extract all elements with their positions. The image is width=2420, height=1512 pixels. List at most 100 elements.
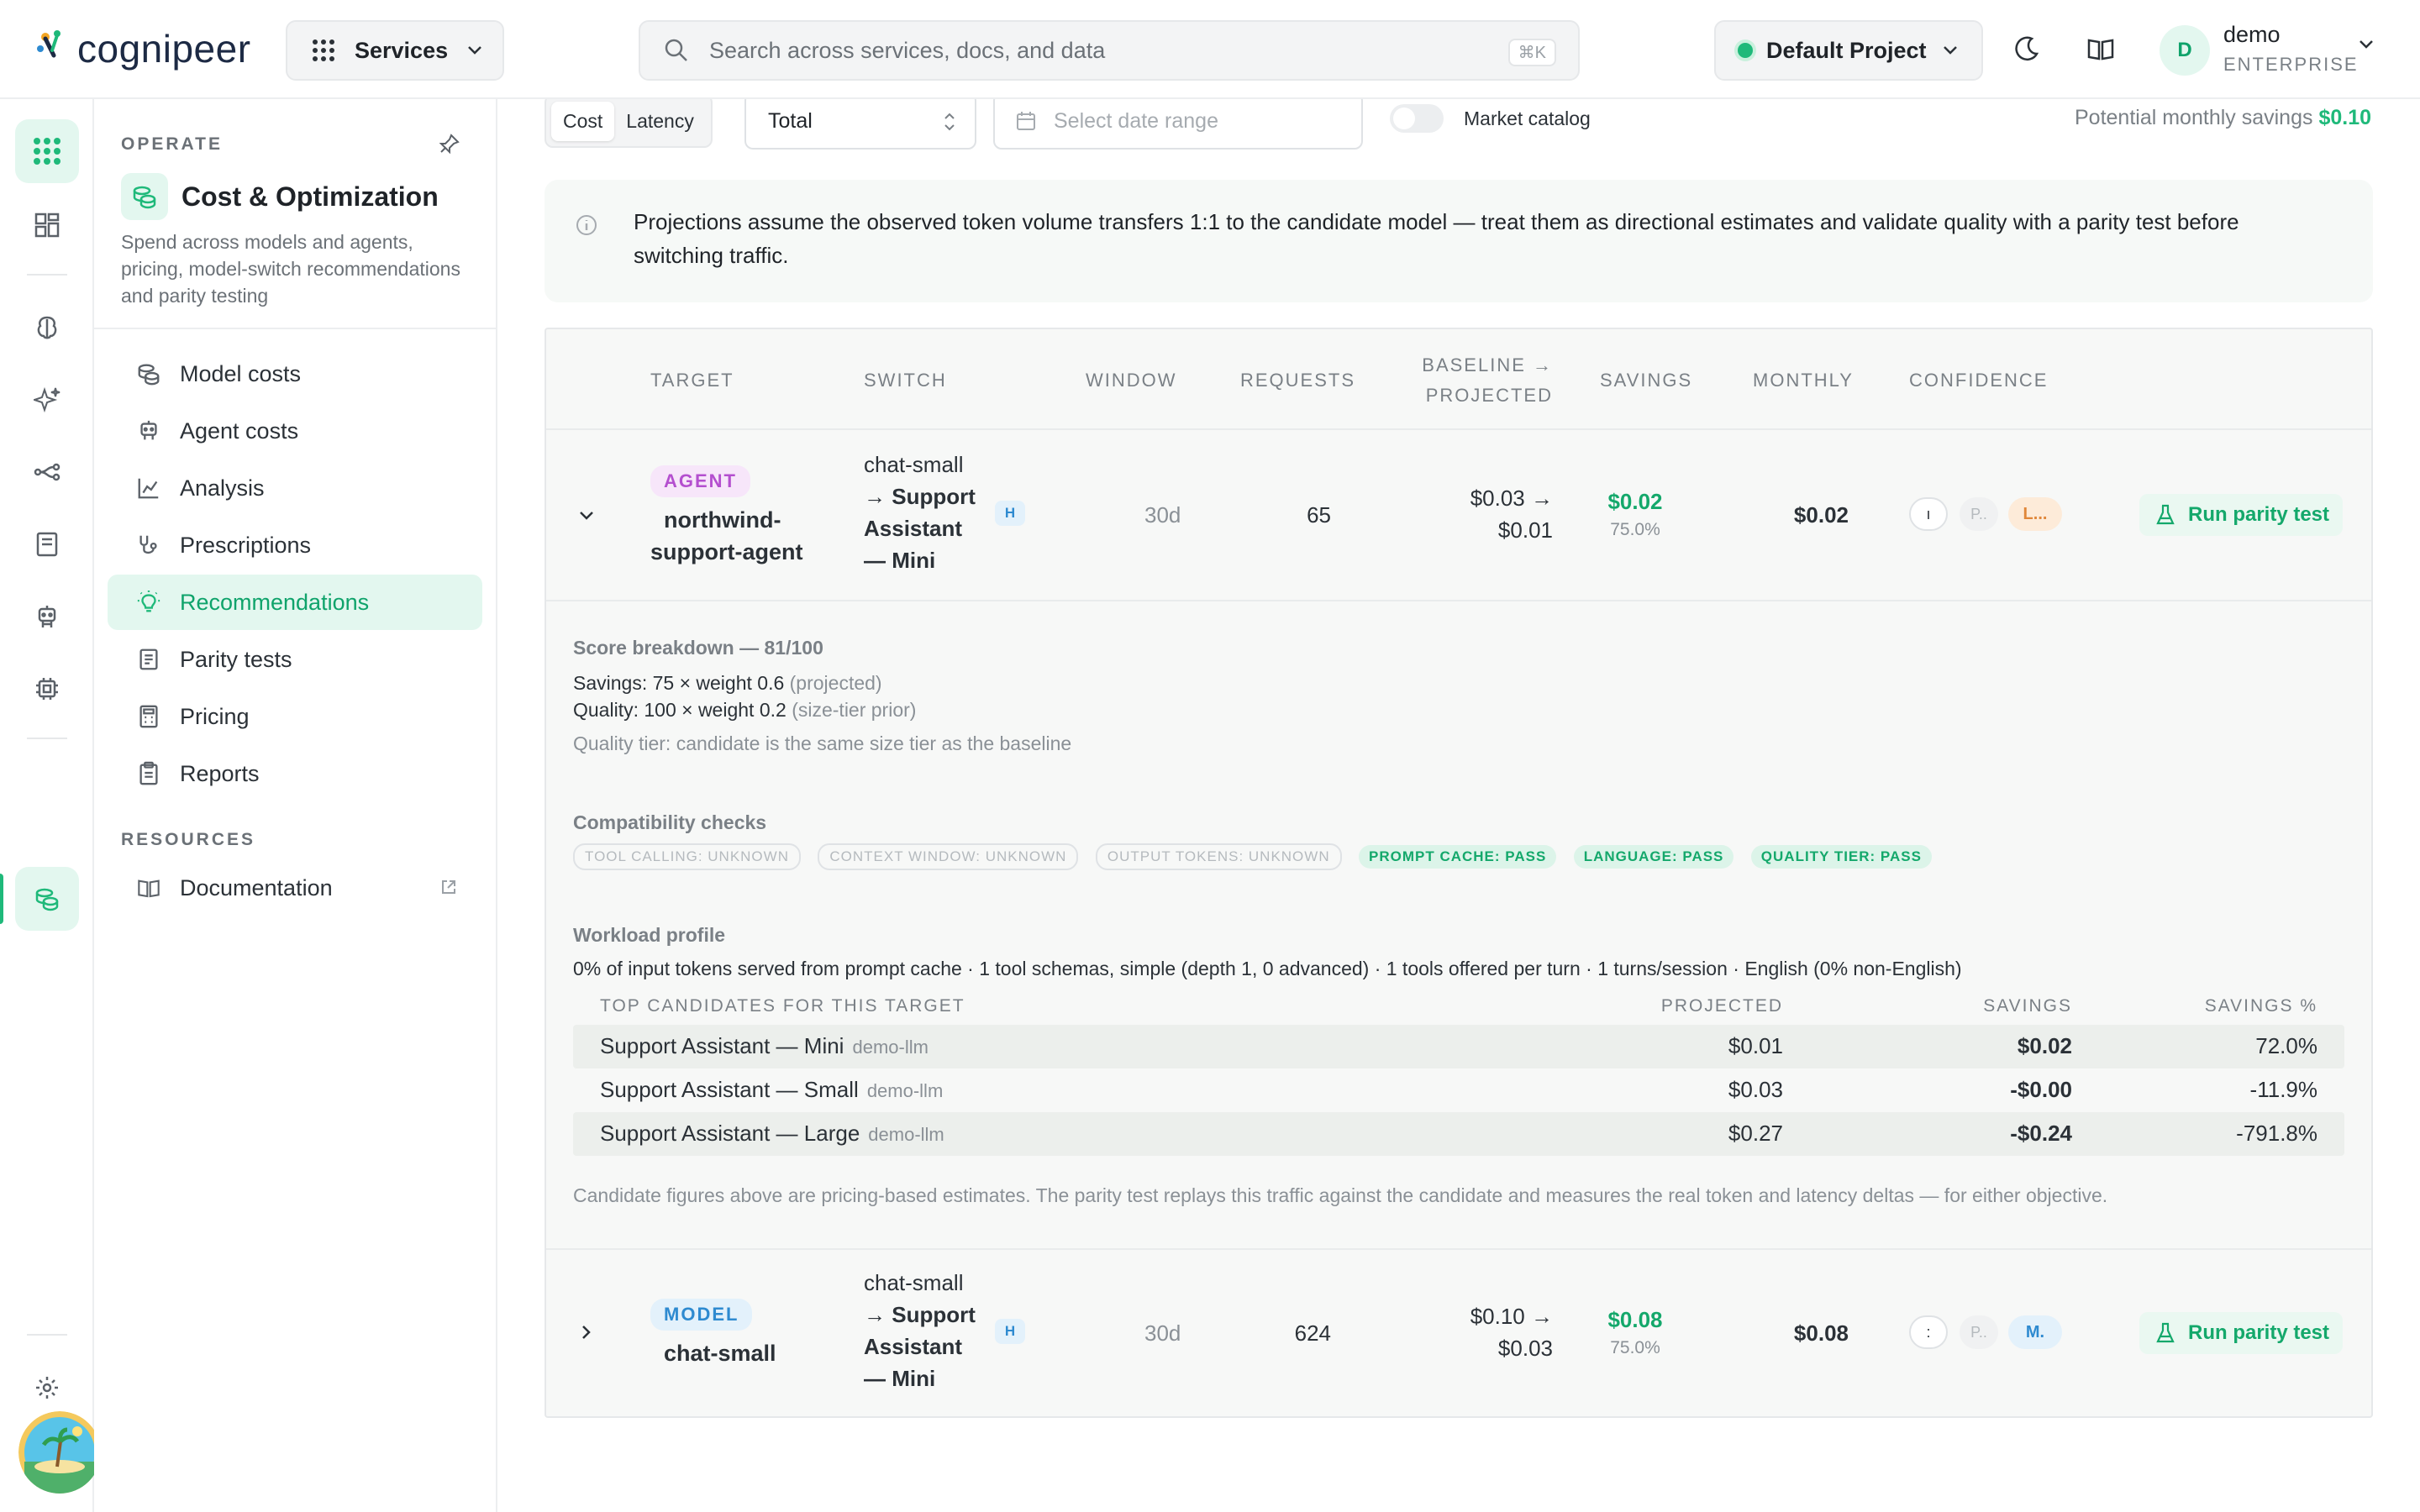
services-menu-button[interactable]: Services	[286, 20, 504, 81]
requests-value: 624	[1294, 1320, 1331, 1346]
sidebar-item-reports[interactable]: Reports	[108, 746, 482, 801]
sidebar-item-agent-costs[interactable]: Agent costs	[108, 403, 482, 459]
sparkles-icon	[34, 386, 60, 413]
rail-models[interactable]	[15, 296, 79, 360]
candidate-savings: -$0.24	[2010, 1121, 2072, 1146]
rail-docs[interactable]	[15, 512, 79, 576]
category-title: Cost & Optimization	[182, 181, 439, 212]
col-header-switch: SWITCH	[864, 370, 947, 391]
size-tier-badge: H	[995, 501, 1025, 526]
rail-flows[interactable]	[15, 440, 79, 504]
sidebar-item-model-costs[interactable]: Model costs	[108, 346, 482, 402]
recommendations-table: TARGET SWITCH WINDOW REQUESTS BASELINE →…	[544, 328, 2373, 1418]
user-plan: ENTERPRISE	[2223, 54, 2359, 75]
col-header-requests: REQUESTS	[1240, 370, 1356, 391]
date-range-input[interactable]: Select date range	[993, 99, 1363, 150]
chevron-down-icon	[468, 46, 481, 55]
check-chip: PROMPT CACHE: PASS	[1359, 845, 1557, 869]
dark-mode-icon[interactable]	[2012, 34, 2042, 64]
chevron-right-icon[interactable]	[576, 1322, 597, 1342]
category-icon	[121, 173, 168, 220]
candidate-savings-pct: -11.9%	[2249, 1077, 2317, 1102]
projected-value: $0.03	[1497, 1336, 1553, 1361]
confidence-parity-badge: P..	[1960, 1315, 1998, 1349]
sidebar-item-label: Documentation	[180, 874, 333, 900]
potential-savings-value: $0.10	[2318, 106, 2371, 129]
savings-cell: $0.02 75.0%	[1576, 489, 1694, 540]
check-chip: QUALITY TIER: PASS	[1750, 845, 1932, 869]
pin-icon[interactable]	[439, 133, 460, 155]
candidate-row[interactable]: Support Assistant — Large demo-llm $0.27 …	[573, 1112, 2344, 1156]
run-parity-test-button[interactable]: Run parity test	[2139, 494, 2343, 536]
sidebar-item-documentation[interactable]: Documentation	[108, 860, 482, 916]
user-menu-chevron-icon[interactable]	[2358, 39, 2375, 50]
target-kind-badge: MODEL	[650, 1299, 753, 1331]
monthly-value: $0.08	[1793, 1320, 1849, 1346]
potential-savings-label: Potential monthly savings	[2075, 106, 2313, 129]
docs-book-icon[interactable]	[2086, 34, 2116, 64]
workspace-avatar[interactable]	[18, 1411, 101, 1494]
user-avatar[interactable]: D	[2160, 25, 2210, 76]
candidate-projected: $0.01	[1728, 1033, 1783, 1058]
sidebar-item-pricing[interactable]: Pricing	[108, 689, 482, 744]
table-row[interactable]: MODEL chat-small chat-small → Support As…	[546, 1248, 2371, 1416]
candidates-table: TOP CANDIDATES FOR THIS TARGET PROJECTED…	[573, 988, 2344, 1156]
candidate-row[interactable]: Support Assistant — Mini demo-llm $0.01 $…	[573, 1025, 2344, 1068]
select-arrows-icon	[944, 113, 955, 131]
score-savings-line: Savings: 75 × weight 0.6 (projected)	[573, 672, 882, 695]
switch-from: chat-small	[864, 452, 964, 477]
compatibility-title: Compatibility checks	[573, 811, 767, 833]
top-header: cognipeer Services Search across service…	[0, 0, 2420, 99]
rail-cost[interactable]	[15, 867, 79, 931]
cand-col-pct: SAVINGS %	[2204, 996, 2317, 1016]
market-catalog-switch[interactable]	[1390, 104, 1444, 133]
row-detail-panel: Score breakdown — 81/100 Savings: 75 × w…	[546, 600, 2371, 1248]
sidebar-item-label: Reports	[180, 760, 260, 786]
savings-percent: 75.0%	[1610, 520, 1660, 539]
target-kind-badge: AGENT	[650, 465, 750, 497]
col-header-target: TARGET	[650, 370, 734, 391]
run-parity-test-button[interactable]: Run parity test	[2139, 1312, 2343, 1354]
calendar-icon	[1017, 112, 1035, 130]
col-header-baseline: BASELINE →	[1422, 354, 1553, 375]
size-tier-badge: H	[995, 1319, 1025, 1344]
coins-icon	[35, 888, 59, 911]
objective-cost-option[interactable]: Cost	[551, 101, 615, 141]
island-avatar-icon	[18, 1411, 101, 1494]
confidence-level-badge: L...	[2008, 497, 2062, 531]
robot-icon	[140, 420, 157, 440]
global-search-input[interactable]: Search across services, docs, and data ⌘…	[639, 20, 1580, 81]
flow-icon	[34, 463, 60, 481]
rail-ai[interactable]	[15, 368, 79, 432]
rail-agents[interactable]	[15, 585, 79, 648]
sidebar-item-analysis[interactable]: Analysis	[108, 460, 482, 516]
project-switcher[interactable]: Default Project	[1714, 20, 1983, 81]
flask-icon	[2156, 504, 2175, 525]
col-header-monthly: MONTHLY	[1753, 370, 1854, 391]
sidebar-item-label: Analysis	[180, 475, 265, 501]
monthly-value: $0.02	[1793, 502, 1849, 528]
book-open-icon	[138, 879, 160, 898]
aggregation-select[interactable]: Total	[744, 99, 976, 150]
rail-apps[interactable]	[15, 119, 79, 183]
grid-icon	[34, 138, 60, 165]
sidebar-item-prescriptions[interactable]: Prescriptions	[108, 517, 482, 573]
sidebar-item-parity-tests[interactable]: Parity tests	[108, 632, 482, 687]
rail-dashboard[interactable]	[15, 193, 79, 257]
rail-settings[interactable]	[15, 1356, 79, 1420]
table-row[interactable]: AGENT northwind- support-agent chat-smal…	[546, 428, 2371, 600]
rail-infra[interactable]	[15, 657, 79, 721]
user-name[interactable]: demo	[2223, 22, 2281, 48]
sidebar-item-label: Agent costs	[180, 417, 299, 444]
objective-latency-option[interactable]: Latency	[614, 102, 706, 141]
chevron-down-icon[interactable]	[576, 506, 597, 526]
app-logo[interactable]: cognipeer	[34, 22, 251, 76]
candidates-header-row: TOP CANDIDATES FOR THIS TARGET PROJECTED…	[573, 988, 2344, 1025]
switch-to: → Support	[864, 1302, 976, 1327]
score-quality-note: (size-tier prior)	[792, 699, 917, 721]
report-icon	[139, 761, 158, 785]
search-icon	[665, 39, 687, 61]
candidate-row[interactable]: Support Assistant — Small demo-llm $0.03 …	[573, 1068, 2344, 1112]
col-header-projected: PROJECTED	[1425, 385, 1553, 406]
sidebar-item-recommendations[interactable]: Recommendations	[108, 575, 482, 630]
